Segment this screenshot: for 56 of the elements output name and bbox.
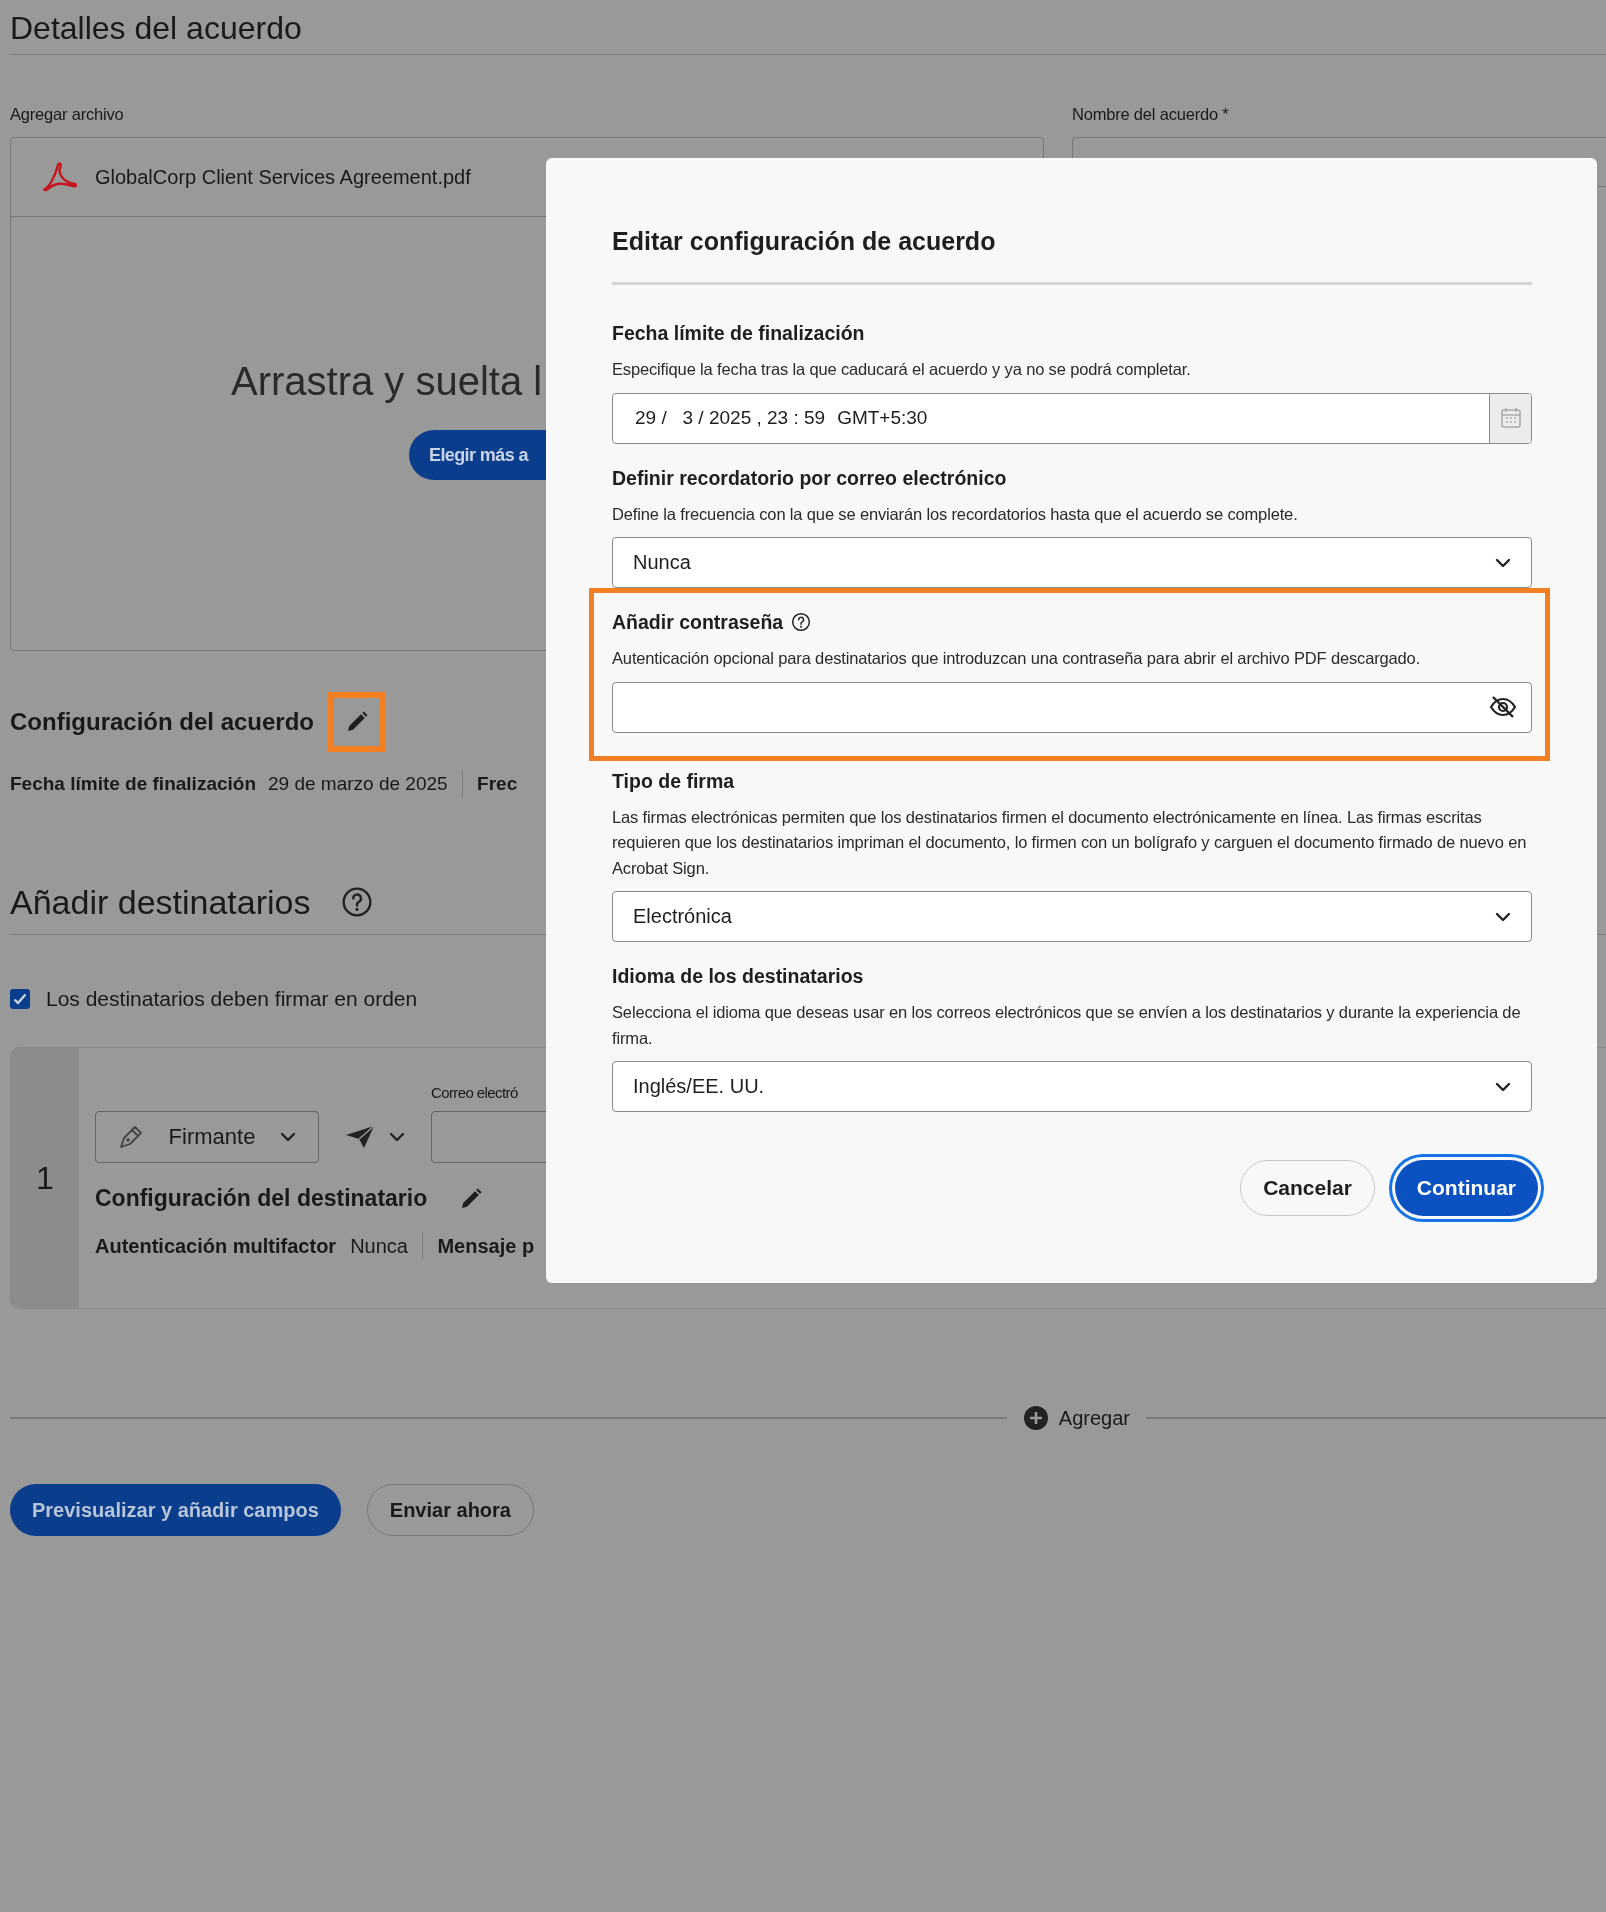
field-label: Idioma de los destinatarios xyxy=(612,964,864,988)
field-description: Autenticación opcional para destinatarios que introduzcan una contraseña para abrir el archivo PDF descargado. xyxy=(612,648,1422,669)
dropdown[interactable]: Electrónica xyxy=(612,891,1532,942)
checkbox[interactable] xyxy=(10,989,30,1009)
section-title: Añadir destinatarios xyxy=(10,882,311,923)
help-icon[interactable] xyxy=(791,612,812,632)
chevron-down-icon xyxy=(280,1132,296,1142)
field-label: Correo electró xyxy=(431,1084,518,1101)
paper-plane-icon[interactable] xyxy=(345,1125,375,1149)
add-recipient-button[interactable]: Agregar xyxy=(1006,1405,1146,1431)
calendar-button[interactable] xyxy=(1489,393,1531,443)
pdf-file-icon xyxy=(43,162,77,192)
section-title: Configuración del acuerdo xyxy=(10,708,315,736)
chevron-down-icon xyxy=(1495,911,1511,922)
plus-circle-icon xyxy=(1022,1405,1049,1431)
dropdown[interactable]: Inglés/EE. UU. xyxy=(612,1061,1532,1112)
eye-slash-icon[interactable] xyxy=(1489,695,1517,719)
help-icon[interactable] xyxy=(340,886,373,918)
pencil-icon[interactable] xyxy=(345,710,370,734)
role-dropdown[interactable]: Firmante xyxy=(95,1111,319,1163)
field-label: Fecha límite de finalización xyxy=(612,321,865,345)
field-label: Nombre del acuerdo * xyxy=(1072,104,1230,125)
chevron-down-icon xyxy=(389,1132,405,1142)
cancel-button[interactable]: Cancelar xyxy=(1240,1160,1375,1216)
chevron-down-icon xyxy=(1495,1081,1511,1092)
field-label: Agregar archivo xyxy=(10,104,125,125)
page-title: Detalles del acuerdo xyxy=(10,9,303,48)
file-name: GlobalCorp Client Services Agreement.pdf xyxy=(95,165,471,189)
required-mark: * xyxy=(1222,105,1229,123)
date-value: 29 / 3 / 2025 , 23 : 59 xyxy=(635,407,826,429)
calendar-icon xyxy=(1499,407,1522,429)
detail-label: Autenticación multifactor xyxy=(95,1234,337,1258)
detail-label: Mensaje p xyxy=(437,1234,535,1258)
dialog-title: Editar configuración de acuerdo xyxy=(612,226,997,257)
detail-label: Frec xyxy=(477,773,518,795)
pencil-icon[interactable] xyxy=(459,1186,484,1211)
detail-value: 29 de marzo de 2025 xyxy=(268,773,448,795)
field-description: Selecciona el idioma que deseas usar en los correos electrónicos que se envíen a los destinatarios y durante la experiencia de firma. xyxy=(612,1002,1522,1049)
recipient-number: 1 xyxy=(11,1048,79,1308)
detail-value: Nunca xyxy=(350,1234,408,1258)
dropdown[interactable]: Nunca xyxy=(612,537,1532,588)
timezone: GMT+5:30 xyxy=(837,407,928,429)
field-description: Especifique la fecha tras la que caducará el acuerdo y ya no se podrá completar. xyxy=(612,359,1192,380)
preview-button[interactable]: Previsualizar y añadir campos xyxy=(10,1484,341,1536)
field-label: Tipo de firma xyxy=(612,768,735,793)
pen-nib-icon xyxy=(118,1124,144,1150)
field-description: Define la frecuencia con la que se enviarán los recordatorios hasta que el acuerdo se complete. xyxy=(612,503,1299,525)
field-label: Añadir contraseña xyxy=(612,610,784,634)
checkbox-label: Los destinatarios deben firmar en orden xyxy=(46,987,418,1011)
drop-text: Arrastra y suelta l xyxy=(231,359,543,404)
recipient-settings-title: Configuración del destinatario xyxy=(95,1185,428,1212)
chevron-down-icon xyxy=(1495,557,1511,568)
detail-label: Fecha límite de finalización xyxy=(10,773,256,795)
password-field[interactable] xyxy=(612,681,1532,733)
date-time-field[interactable]: 29 / 3 / 2025 , 23 : 59 GMT+5:30 xyxy=(612,392,1532,444)
field-description: Las firmas electrónicas permiten que los destinatarios firmen el documento electrónicamente en línea. Las firmas escritas requieren que los destinatarios impriman el documento, lo firmen con un bolígrafo y carguen el documento firmado de nuevo en Acrobat Sign. xyxy=(612,806,1528,879)
